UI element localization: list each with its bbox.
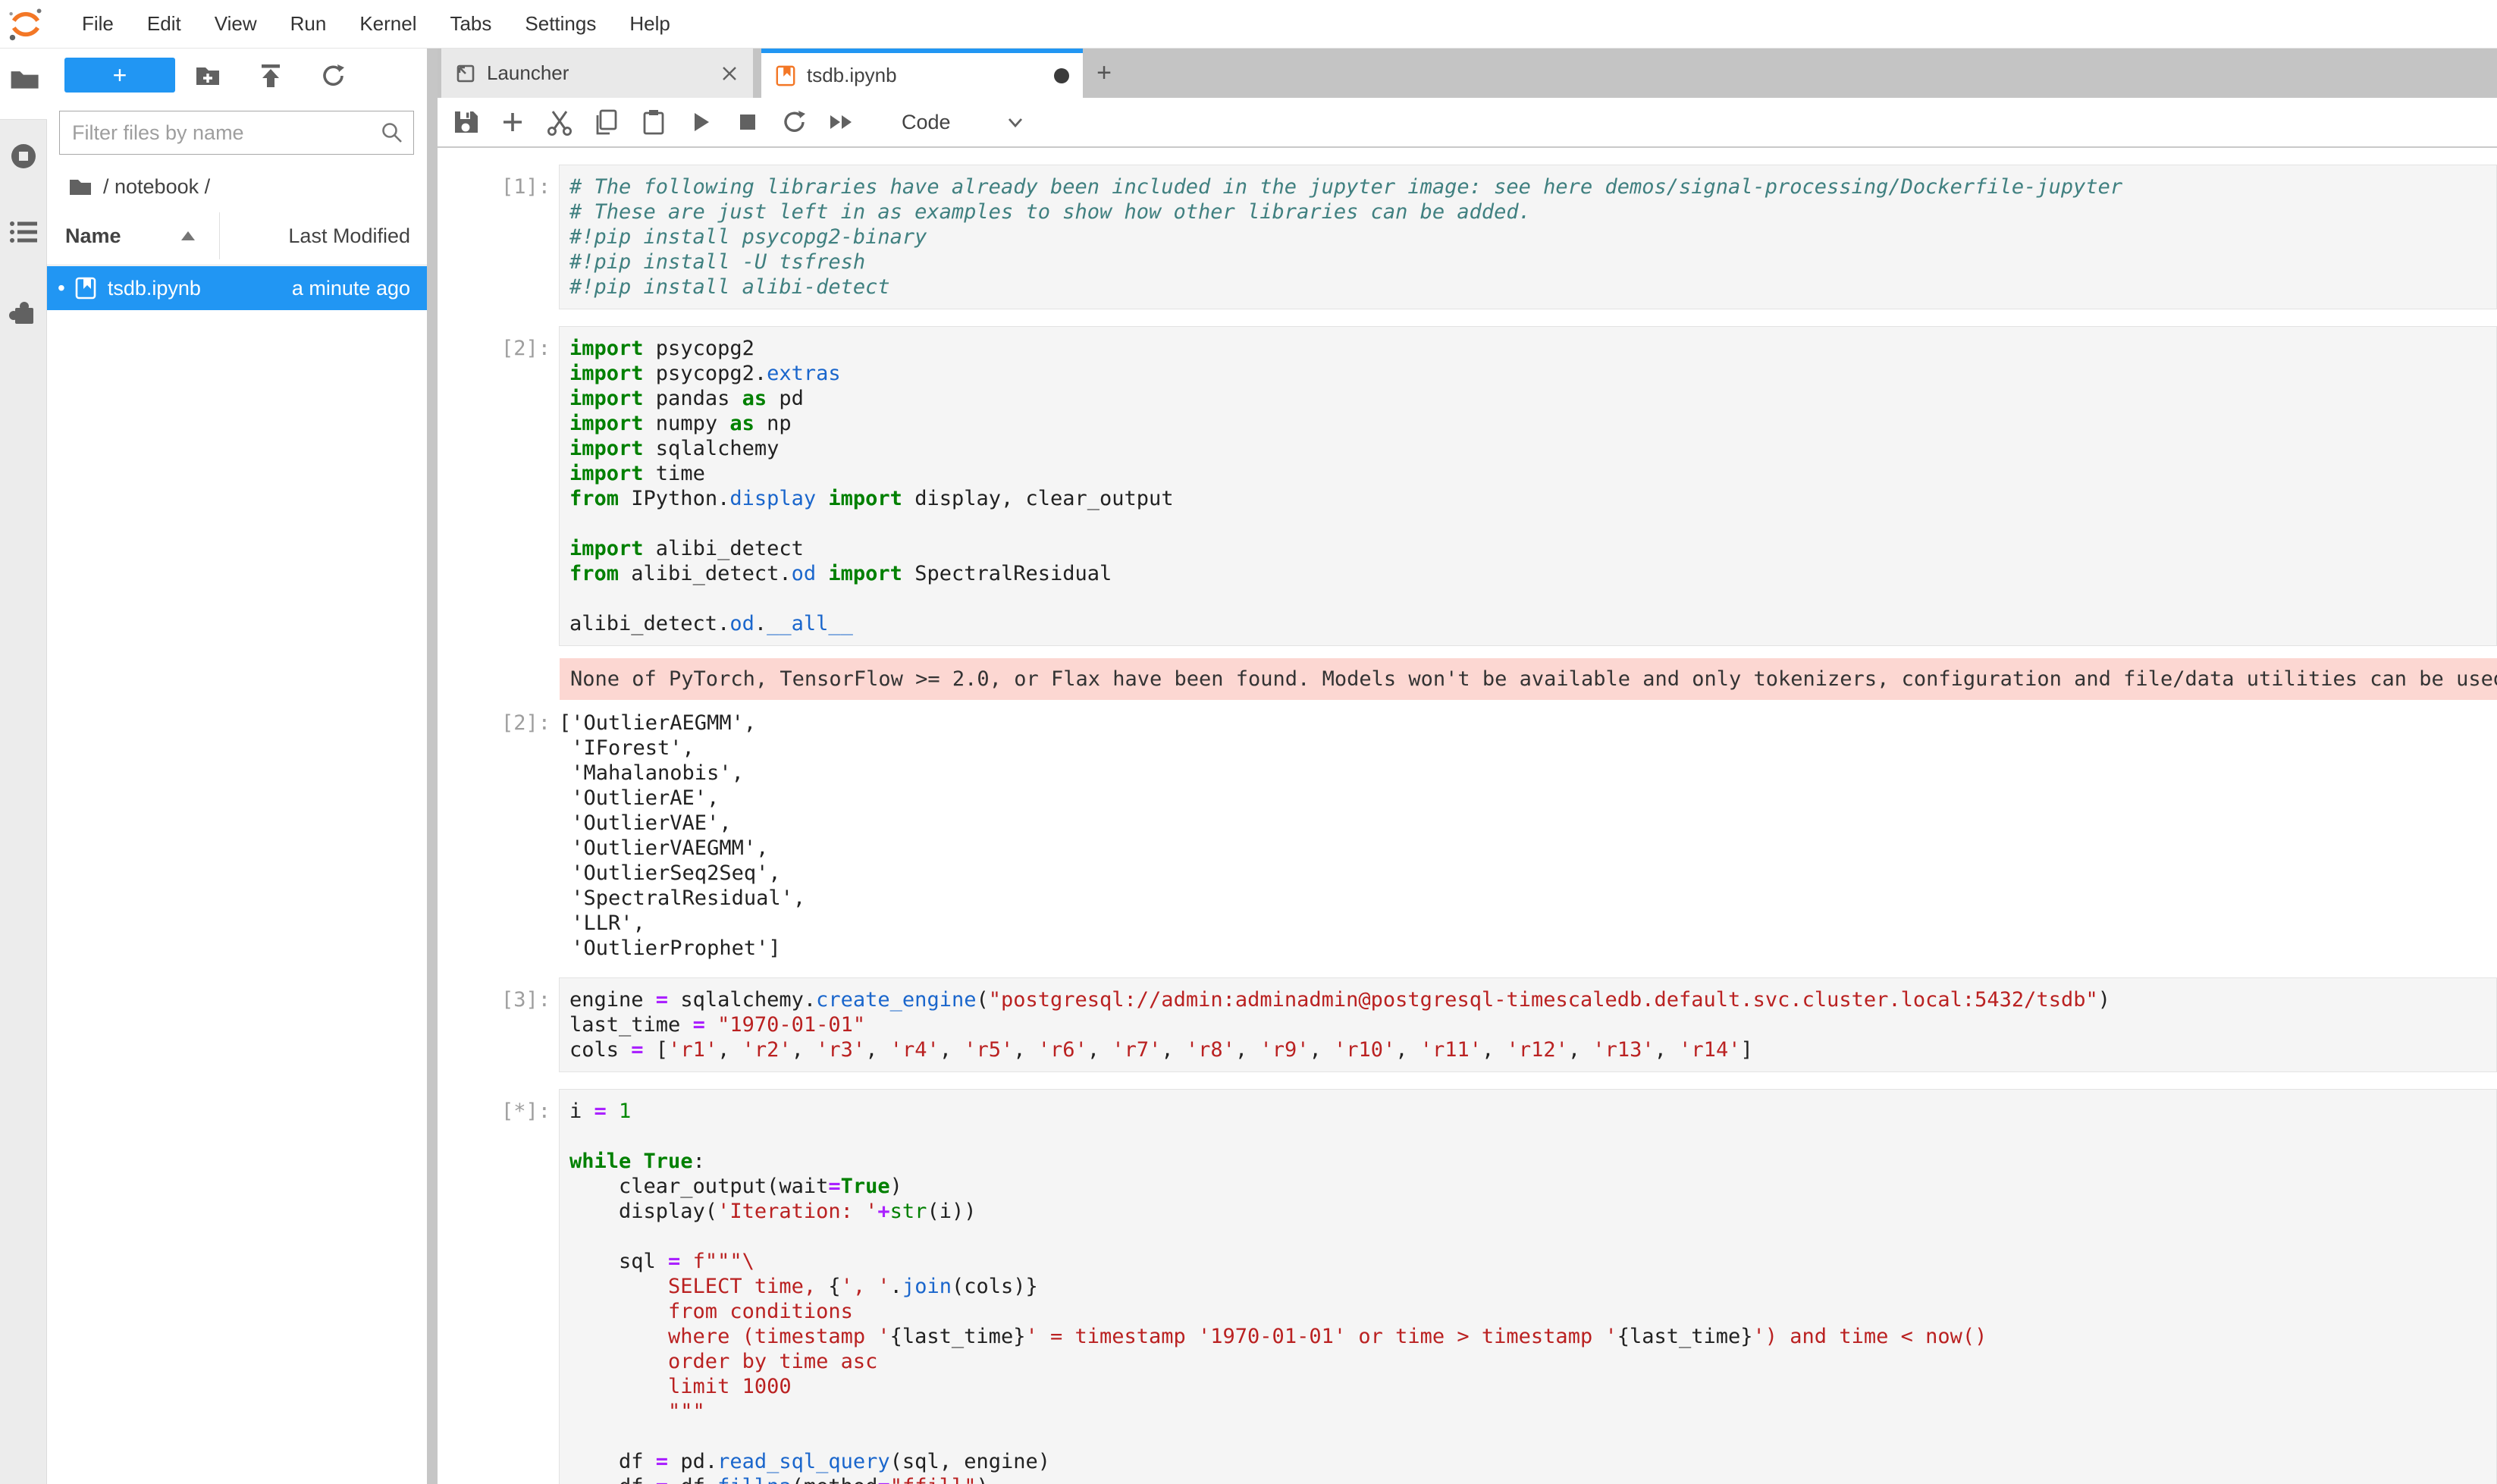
stderr-warning-output: None of PyTorch, TensorFlow >= 2.0, or F… bbox=[560, 658, 2497, 700]
file-row-tsdb[interactable]: • tsdb.ipynb a minute ago bbox=[47, 266, 427, 310]
notebook-tab-icon bbox=[775, 64, 796, 88]
refresh-icon[interactable] bbox=[320, 62, 347, 89]
menu-item-edit[interactable]: Edit bbox=[130, 12, 198, 36]
file-browser-icon[interactable] bbox=[8, 65, 39, 96]
upload-icon[interactable] bbox=[257, 62, 284, 89]
file-browser-panel: + / notebook / Name Last Modified • bbox=[47, 49, 427, 1484]
menu-item-view[interactable]: View bbox=[198, 12, 274, 36]
filter-files-input[interactable] bbox=[60, 121, 380, 145]
run-cell-icon[interactable] bbox=[686, 108, 715, 136]
menu-item-tabs[interactable]: Tabs bbox=[433, 12, 508, 36]
cell-code-editor[interactable]: engine = sqlalchemy.create_engine("postg… bbox=[559, 977, 2497, 1072]
chevron-down-icon[interactable] bbox=[1004, 111, 1027, 133]
execute-result-output: ['OutlierAEGMM', 'IForest', 'Mahalanobis… bbox=[559, 711, 805, 961]
notebook-toolbar: Code bbox=[438, 98, 2497, 148]
notebook-cell: [*]:i = 1 while True: clear_output(wait=… bbox=[438, 1089, 2497, 1484]
jupyter-logo-icon bbox=[8, 6, 44, 42]
file-modified: a minute ago bbox=[292, 277, 410, 300]
panel-splitter[interactable] bbox=[427, 49, 438, 1484]
cell-code-editor[interactable]: # The following libraries have already b… bbox=[559, 165, 2497, 309]
menu-bar: File Edit View Run Kernel Tabs Settings … bbox=[0, 0, 2497, 49]
menu-item-kernel[interactable]: Kernel bbox=[343, 12, 433, 36]
execution-count-prompt: [*]: bbox=[438, 1089, 559, 1124]
running-sessions-icon[interactable] bbox=[8, 141, 39, 171]
menu-item-help[interactable]: Help bbox=[613, 12, 686, 36]
execution-count-prompt: [1]: bbox=[438, 165, 559, 199]
menu-item-file[interactable]: File bbox=[65, 12, 130, 36]
execution-count-prompt: [2]: bbox=[438, 326, 559, 361]
execution-count-prompt: [3]: bbox=[438, 977, 559, 1012]
unsaved-changes-indicator[interactable] bbox=[1054, 68, 1069, 83]
notebook-cell: [2]:import psycopg2 import psycopg2.extr… bbox=[438, 326, 2497, 961]
breadcrumb[interactable]: / notebook / bbox=[47, 170, 210, 203]
column-last-modified[interactable]: Last Modified bbox=[288, 224, 410, 248]
cell-type-dropdown[interactable]: Code bbox=[902, 111, 951, 134]
unsaved-dot: • bbox=[58, 276, 65, 300]
new-launcher-button[interactable]: + bbox=[64, 58, 175, 93]
menu-item-run[interactable]: Run bbox=[274, 12, 343, 36]
file-list-header: Name Last Modified bbox=[47, 208, 427, 265]
home-folder-icon[interactable] bbox=[68, 176, 93, 197]
save-icon[interactable] bbox=[451, 108, 480, 136]
launcher-icon bbox=[455, 63, 476, 84]
column-divider bbox=[219, 212, 220, 259]
notebook-cell: [1]:# The following libraries have alrea… bbox=[438, 165, 2497, 309]
extensions-puzzle-icon[interactable] bbox=[8, 297, 39, 328]
interrupt-kernel-icon[interactable] bbox=[733, 108, 762, 136]
main-area: Launcher tsdb.ipynb + bbox=[438, 49, 2497, 1484]
restart-kernel-icon[interactable] bbox=[780, 108, 809, 136]
new-folder-icon[interactable] bbox=[194, 62, 221, 89]
menu-list: File Edit View Run Kernel Tabs Settings … bbox=[65, 12, 687, 36]
breadcrumb-path: / notebook / bbox=[103, 175, 210, 199]
paste-cells-icon[interactable] bbox=[639, 108, 668, 136]
search-icon bbox=[380, 121, 404, 145]
restart-run-all-icon[interactable] bbox=[827, 108, 856, 136]
table-of-contents-icon[interactable] bbox=[8, 217, 39, 247]
copy-cells-icon[interactable] bbox=[592, 108, 621, 136]
plus-icon: + bbox=[113, 61, 127, 89]
notebook-cell: [3]:engine = sqlalchemy.create_engine("p… bbox=[438, 977, 2497, 1072]
notebook-cells: [1]:# The following libraries have alrea… bbox=[438, 149, 2497, 1484]
sort-ascending-icon[interactable] bbox=[180, 231, 196, 241]
tab-launcher-label: Launcher bbox=[487, 61, 720, 85]
add-tab-button[interactable]: + bbox=[1083, 49, 1125, 98]
tab-bar: Launcher tsdb.ipynb + bbox=[438, 49, 2497, 98]
menu-item-settings[interactable]: Settings bbox=[508, 12, 613, 36]
close-icon[interactable] bbox=[720, 64, 739, 83]
filter-files-box bbox=[59, 111, 414, 155]
notebook-file-icon bbox=[74, 275, 97, 301]
column-name[interactable]: Name bbox=[65, 224, 121, 248]
file-name: tsdb.ipynb bbox=[108, 277, 292, 300]
plus-icon: + bbox=[1096, 58, 1112, 88]
cell-code-editor[interactable]: i = 1 while True: clear_output(wait=True… bbox=[559, 1089, 2497, 1484]
tab-launcher[interactable]: Launcher bbox=[441, 49, 753, 98]
tab-notebook-label: tsdb.ipynb bbox=[807, 64, 1054, 87]
sidebar-rail bbox=[0, 49, 47, 1484]
cell-code-editor[interactable]: import psycopg2 import psycopg2.extras i… bbox=[559, 326, 2497, 646]
tab-notebook-tsdb[interactable]: tsdb.ipynb bbox=[761, 49, 1083, 98]
cut-cells-icon[interactable] bbox=[545, 108, 574, 136]
add-cell-icon[interactable] bbox=[498, 108, 527, 136]
output-prompt: [2]: bbox=[438, 711, 559, 736]
